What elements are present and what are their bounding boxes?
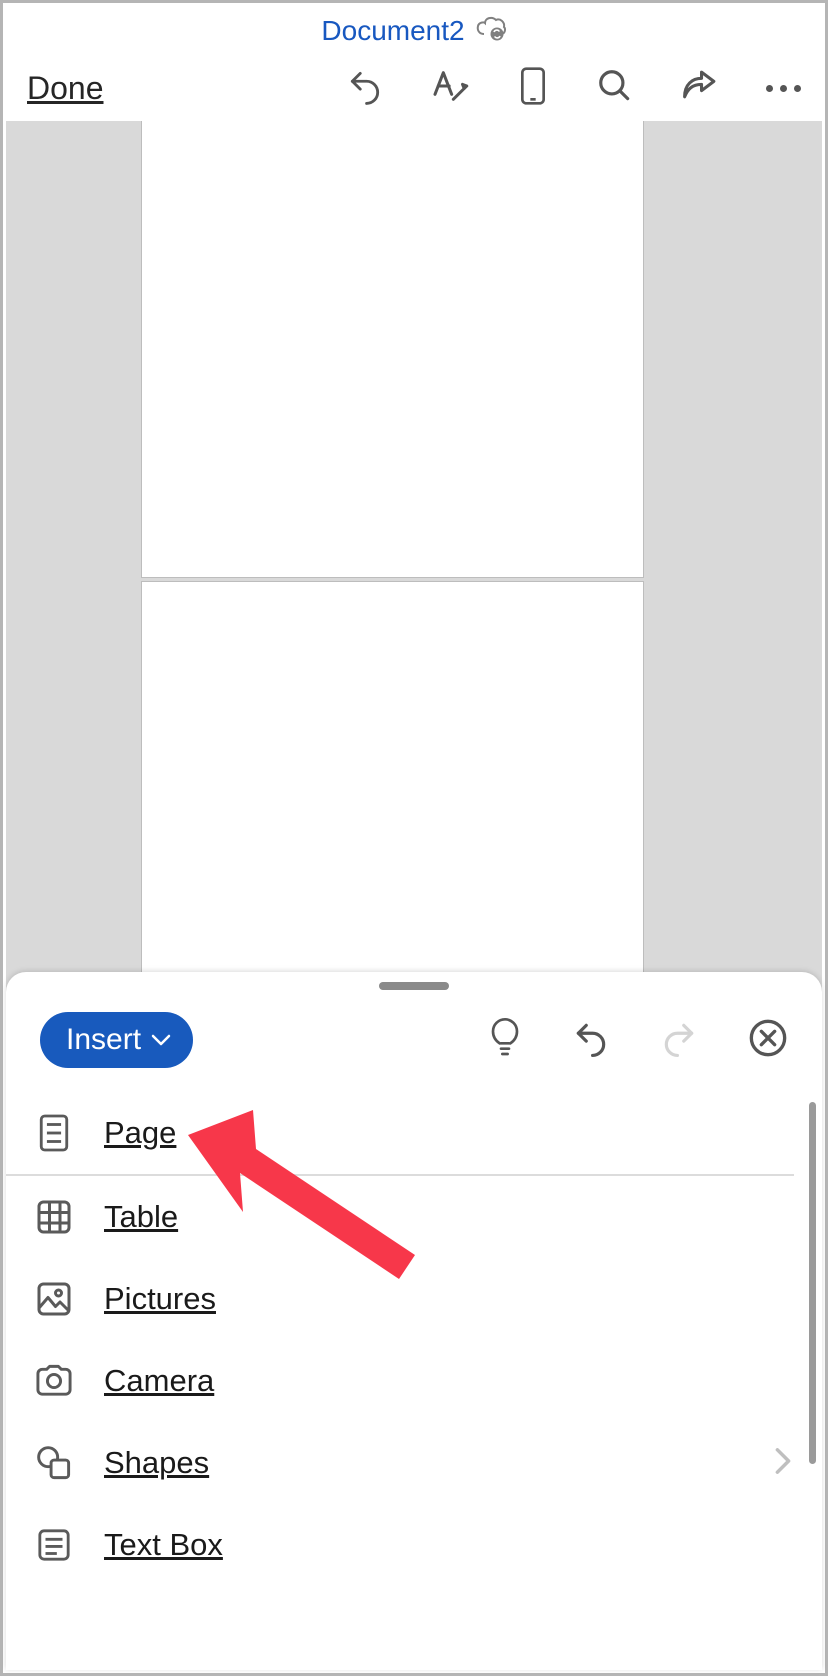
menu-item-label: Shapes: [104, 1445, 209, 1481]
titlebar: Document2: [3, 3, 825, 58]
done-button[interactable]: Done: [27, 70, 104, 107]
menu-item-pictures[interactable]: Pictures: [34, 1258, 822, 1340]
menu-item-label: Text Box: [104, 1527, 223, 1563]
share-icon[interactable]: [680, 67, 720, 110]
more-icon[interactable]: [766, 85, 801, 92]
insert-tab-label: Insert: [66, 1023, 141, 1057]
menu-item-label: Page: [104, 1115, 176, 1151]
camera-icon: [34, 1364, 74, 1398]
document-title: Document2: [321, 15, 464, 47]
mobile-view-icon[interactable]: [516, 66, 550, 111]
undo-icon[interactable]: [572, 1019, 610, 1062]
text-box-icon: [34, 1528, 74, 1562]
menu-item-shapes[interactable]: Shapes: [34, 1422, 822, 1504]
close-icon[interactable]: [748, 1018, 788, 1063]
chevron-right-icon: [774, 1447, 792, 1480]
insert-menu: Page Table Pictures: [6, 1092, 822, 1586]
toolbar: Done: [3, 58, 825, 128]
menu-item-text-box[interactable]: Text Box: [34, 1504, 822, 1586]
scroll-indicator[interactable]: [809, 1102, 816, 1464]
menu-item-table[interactable]: Table: [34, 1176, 822, 1258]
menu-item-label: Camera: [104, 1363, 214, 1399]
shapes-icon: [34, 1445, 74, 1481]
document-page[interactable]: [141, 121, 644, 578]
undo-icon[interactable]: [346, 67, 384, 110]
menu-item-camera[interactable]: Camera: [34, 1340, 822, 1422]
search-icon[interactable]: [596, 67, 634, 110]
insert-panel: Insert: [6, 972, 822, 1670]
text-format-icon[interactable]: [430, 66, 470, 111]
menu-item-label: Table: [104, 1199, 178, 1235]
menu-item-page[interactable]: Page: [34, 1092, 822, 1174]
redo-icon: [660, 1019, 698, 1062]
cloud-sync-icon: [475, 14, 507, 47]
pictures-icon: [34, 1281, 74, 1317]
insert-tab-dropdown[interactable]: Insert: [40, 1012, 193, 1068]
page-icon: [34, 1113, 74, 1153]
menu-item-label: Pictures: [104, 1281, 216, 1317]
table-icon: [34, 1199, 74, 1235]
chevron-down-icon: [151, 1033, 171, 1047]
lightbulb-icon[interactable]: [488, 1018, 522, 1063]
sheet-drag-handle[interactable]: [379, 982, 449, 990]
